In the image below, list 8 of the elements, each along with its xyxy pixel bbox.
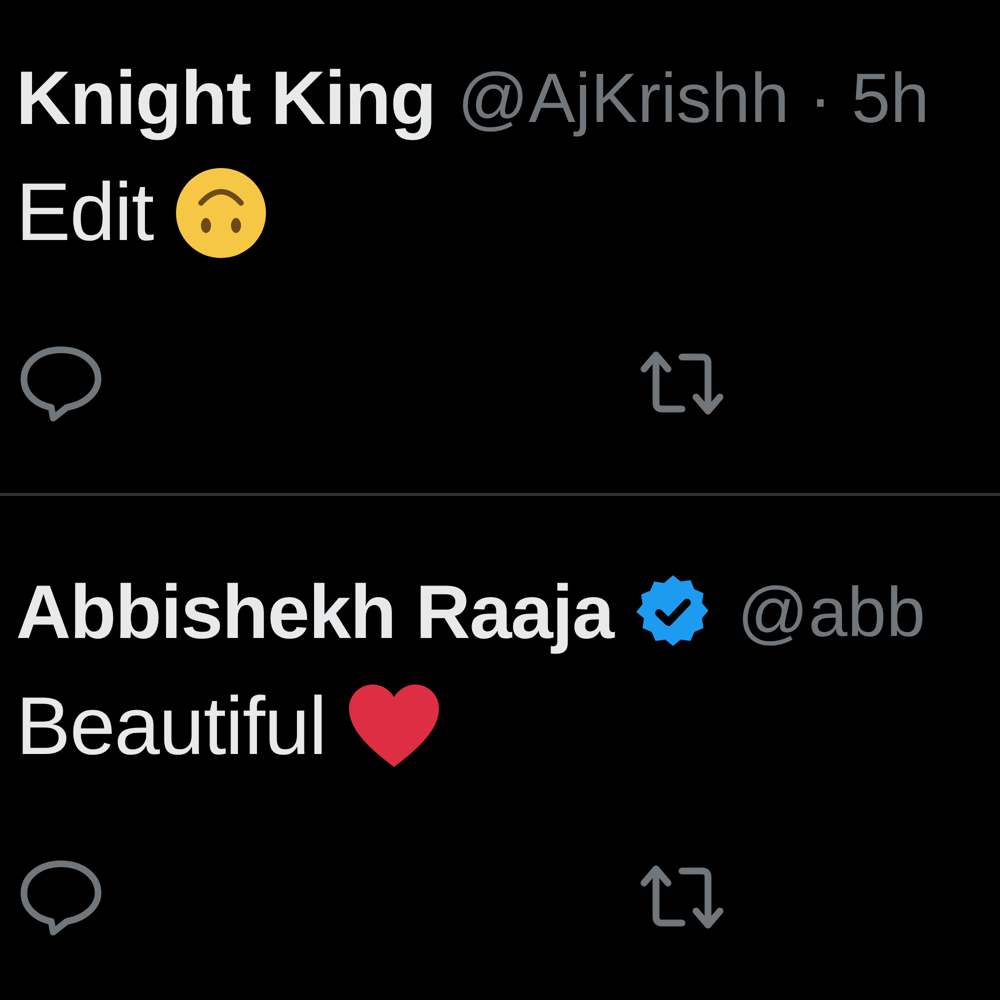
reply-icon[interactable]: [18, 858, 104, 936]
tweet-text: Edit: [16, 166, 154, 260]
user-handle[interactable]: @abb: [737, 572, 926, 652]
user-name[interactable]: Abbishekh Raaja: [16, 568, 614, 656]
reply-icon[interactable]: [18, 344, 104, 422]
user-handle[interactable]: @AjKrishh · 5h: [458, 58, 930, 138]
user-name[interactable]: Knight King: [16, 54, 436, 142]
tweet-text: Beautiful: [16, 680, 326, 774]
